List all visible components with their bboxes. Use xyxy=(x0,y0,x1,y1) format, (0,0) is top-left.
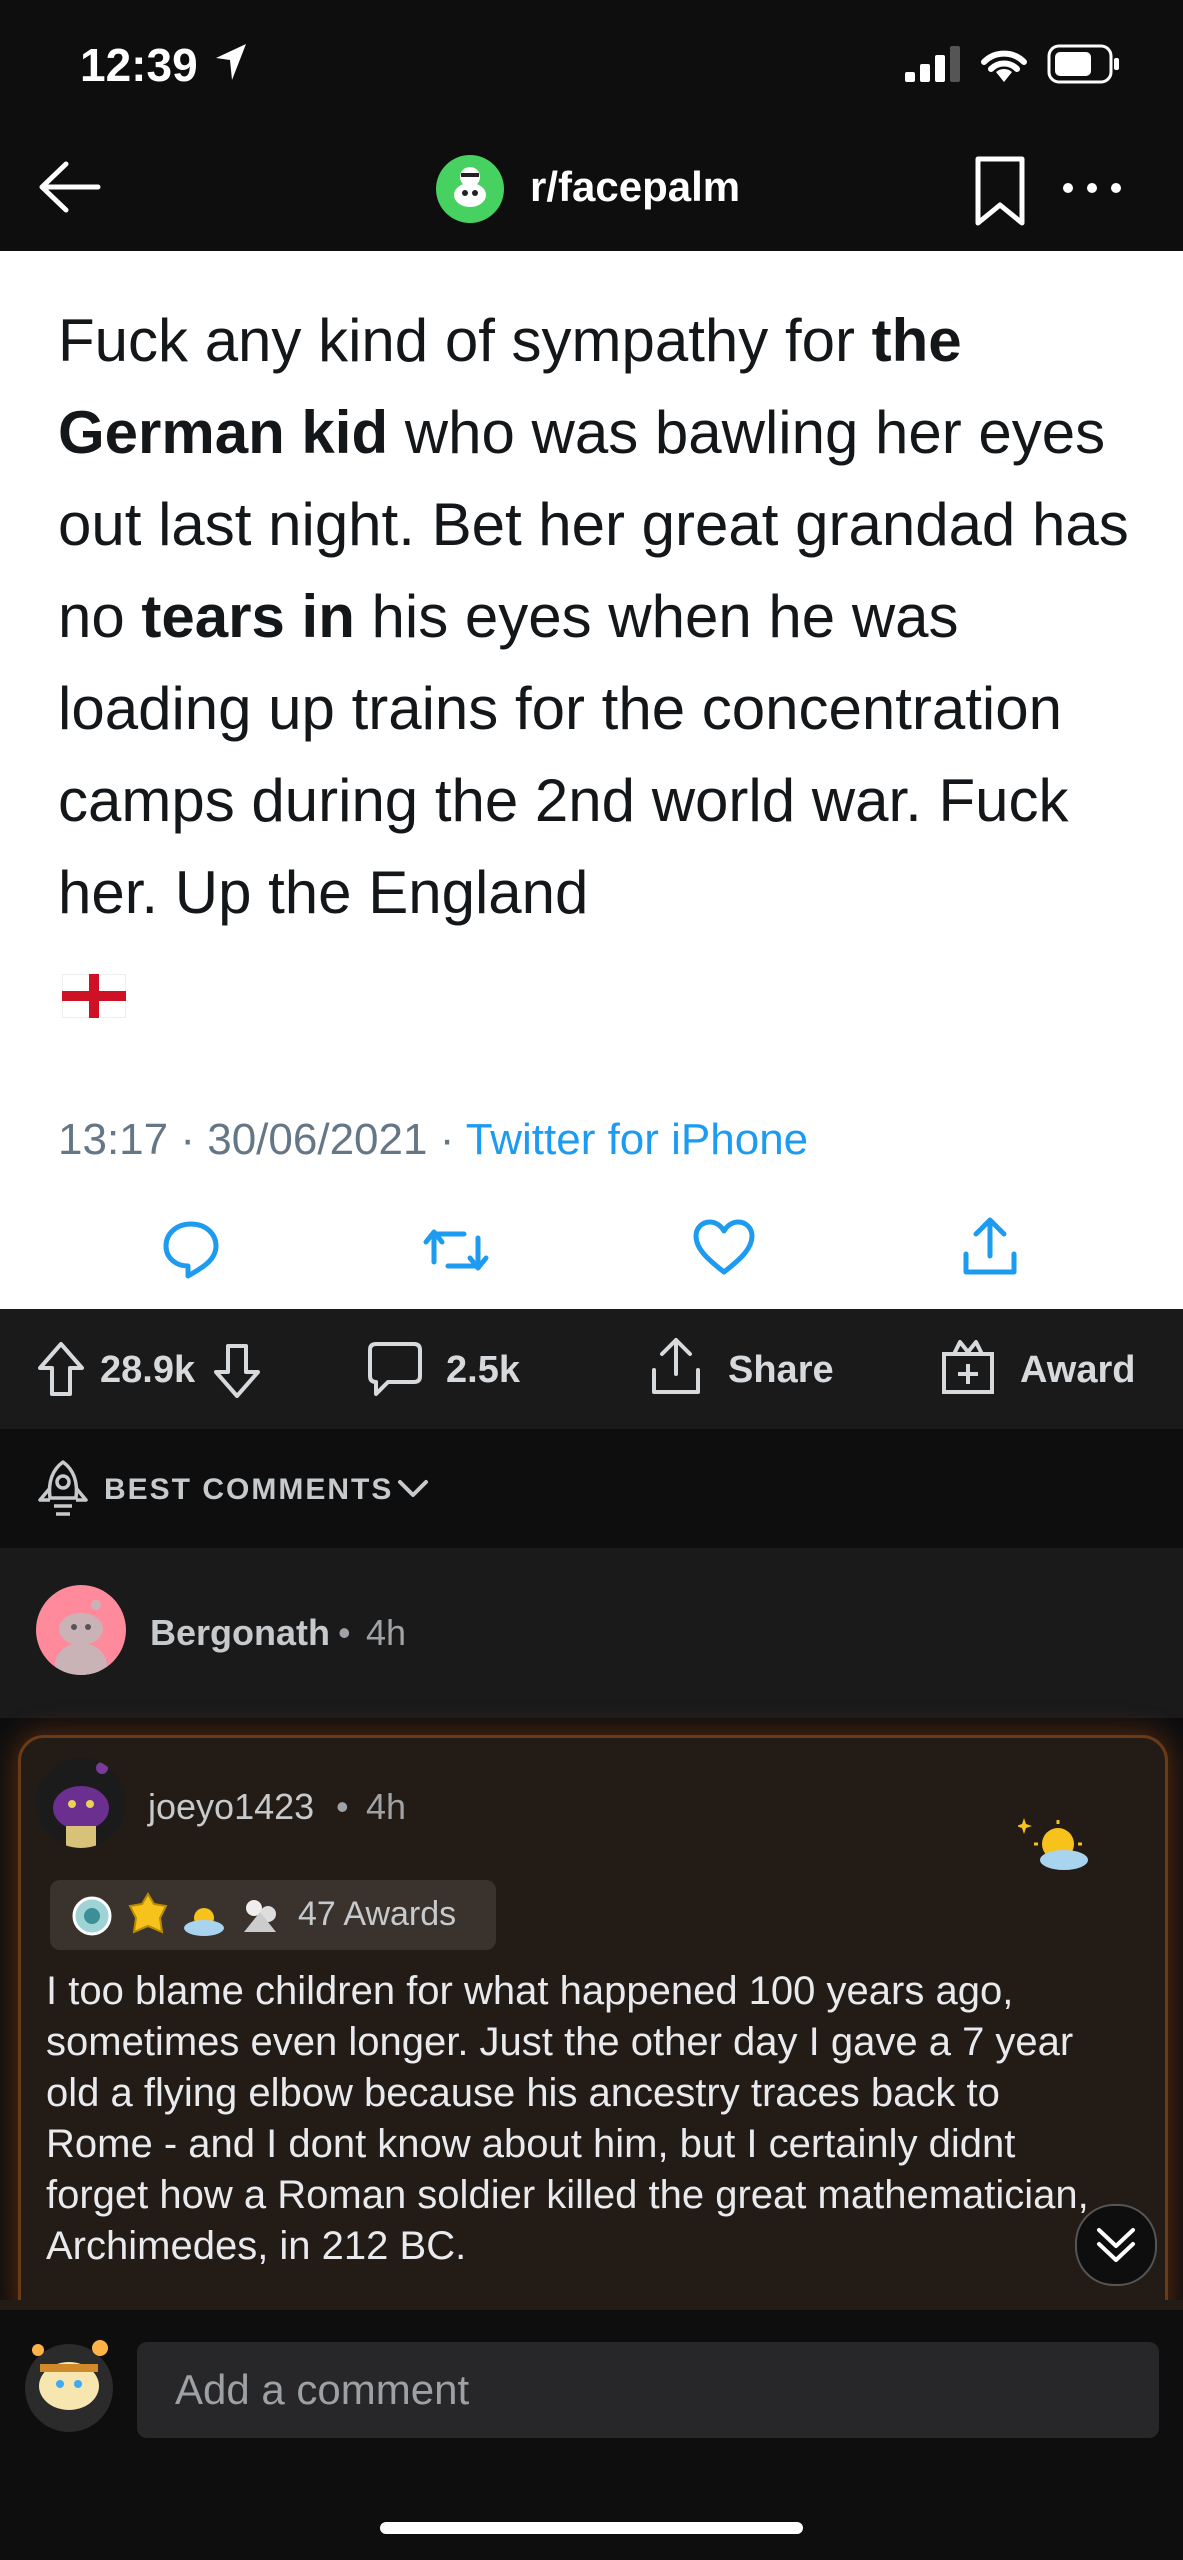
upvote-count: 28.9k xyxy=(100,1349,196,1391)
comment-icon[interactable] xyxy=(366,1340,424,1398)
gold-award-icon xyxy=(128,1892,168,1934)
upvote-icon[interactable] xyxy=(36,1340,86,1398)
comment-body: I too blame children for what happened 1… xyxy=(46,1969,1089,2268)
tweet-time: 13:17 xyxy=(58,1115,169,1164)
share-button[interactable]: Share xyxy=(728,1349,834,1392)
tweet-text-bold: tears in xyxy=(141,583,355,650)
comment-age: 4h xyxy=(366,1612,407,1653)
tweet-source: Twitter for iPhone xyxy=(465,1115,809,1164)
awards-count[interactable]: 47 Awards xyxy=(298,1895,456,1934)
tweet-date: 30/06/2021 xyxy=(207,1115,428,1164)
meta-separator: · xyxy=(439,1115,466,1164)
purple-snoo-avatar-icon xyxy=(53,1762,109,1848)
signal-icon xyxy=(905,46,960,82)
subreddit-name[interactable]: r/facepalm xyxy=(530,163,740,211)
snoo-icon xyxy=(454,167,486,207)
home-indicator xyxy=(380,2522,803,2534)
chevron-down-icon[interactable] xyxy=(396,1478,430,1500)
platinum-award-icon xyxy=(72,1896,112,1936)
avatar[interactable] xyxy=(36,1758,126,1848)
tweet-text: Fuck any kind of sympathy for the German… xyxy=(58,295,1138,939)
avatar[interactable] xyxy=(36,1585,126,1675)
award-button[interactable]: Award xyxy=(1020,1349,1135,1392)
back-arrow-icon[interactable] xyxy=(34,152,104,222)
meta-separator: · xyxy=(180,1115,208,1164)
comment-separator: • xyxy=(338,1612,351,1653)
share-icon[interactable] xyxy=(648,1336,704,1398)
more-options-icon[interactable] xyxy=(1060,178,1124,198)
sun-award-icon xyxy=(1018,1818,1088,1870)
england-flag-icon xyxy=(62,974,126,1018)
tweet-meta: 13:17 · 30/06/2021 · Twitter for iPhone xyxy=(58,1115,808,1165)
wifi-icon xyxy=(981,50,1027,82)
rocket-icon xyxy=(38,1460,88,1516)
snoo-user-avatar-icon xyxy=(25,2340,113,2432)
like-heart-icon xyxy=(693,1219,755,1275)
award-gift-icon[interactable] xyxy=(940,1338,996,1396)
add-comment-placeholder: Add a comment xyxy=(175,2366,470,2413)
battery-icon xyxy=(1047,44,1119,84)
comment-count[interactable]: 2.5k xyxy=(446,1349,520,1392)
tweet-text-part: Fuck any kind of sympathy for xyxy=(58,307,872,374)
retweet-icon xyxy=(423,1229,489,1271)
double-chevron-down-icon xyxy=(1097,2228,1135,2262)
downvote-icon[interactable] xyxy=(212,1342,262,1400)
comment-action-row xyxy=(0,2300,1183,2310)
subreddit-avatar[interactable] xyxy=(436,155,504,223)
sort-label[interactable]: BEST COMMENTS xyxy=(104,1473,393,1507)
collapse-thread-button[interactable] xyxy=(1075,2204,1157,2286)
comment-age: 4h xyxy=(366,1786,407,1827)
comment-author[interactable]: joeyo1423 xyxy=(148,1786,314,1828)
status-time: 12:39 xyxy=(80,39,198,91)
comment-separator: • xyxy=(336,1786,349,1827)
comment-author[interactable]: Bergonath xyxy=(150,1612,330,1654)
user-avatar[interactable] xyxy=(22,2328,116,2434)
bookmark-icon[interactable] xyxy=(970,155,1030,227)
share-tweet-icon xyxy=(963,1217,1017,1275)
location-arrow-icon xyxy=(216,44,246,80)
sunrise-award-icon xyxy=(184,1908,224,1936)
reply-bubble-icon xyxy=(163,1221,219,1279)
snoo-avatar-icon xyxy=(55,1600,107,1675)
wholesome-award-icon xyxy=(244,1900,276,1932)
